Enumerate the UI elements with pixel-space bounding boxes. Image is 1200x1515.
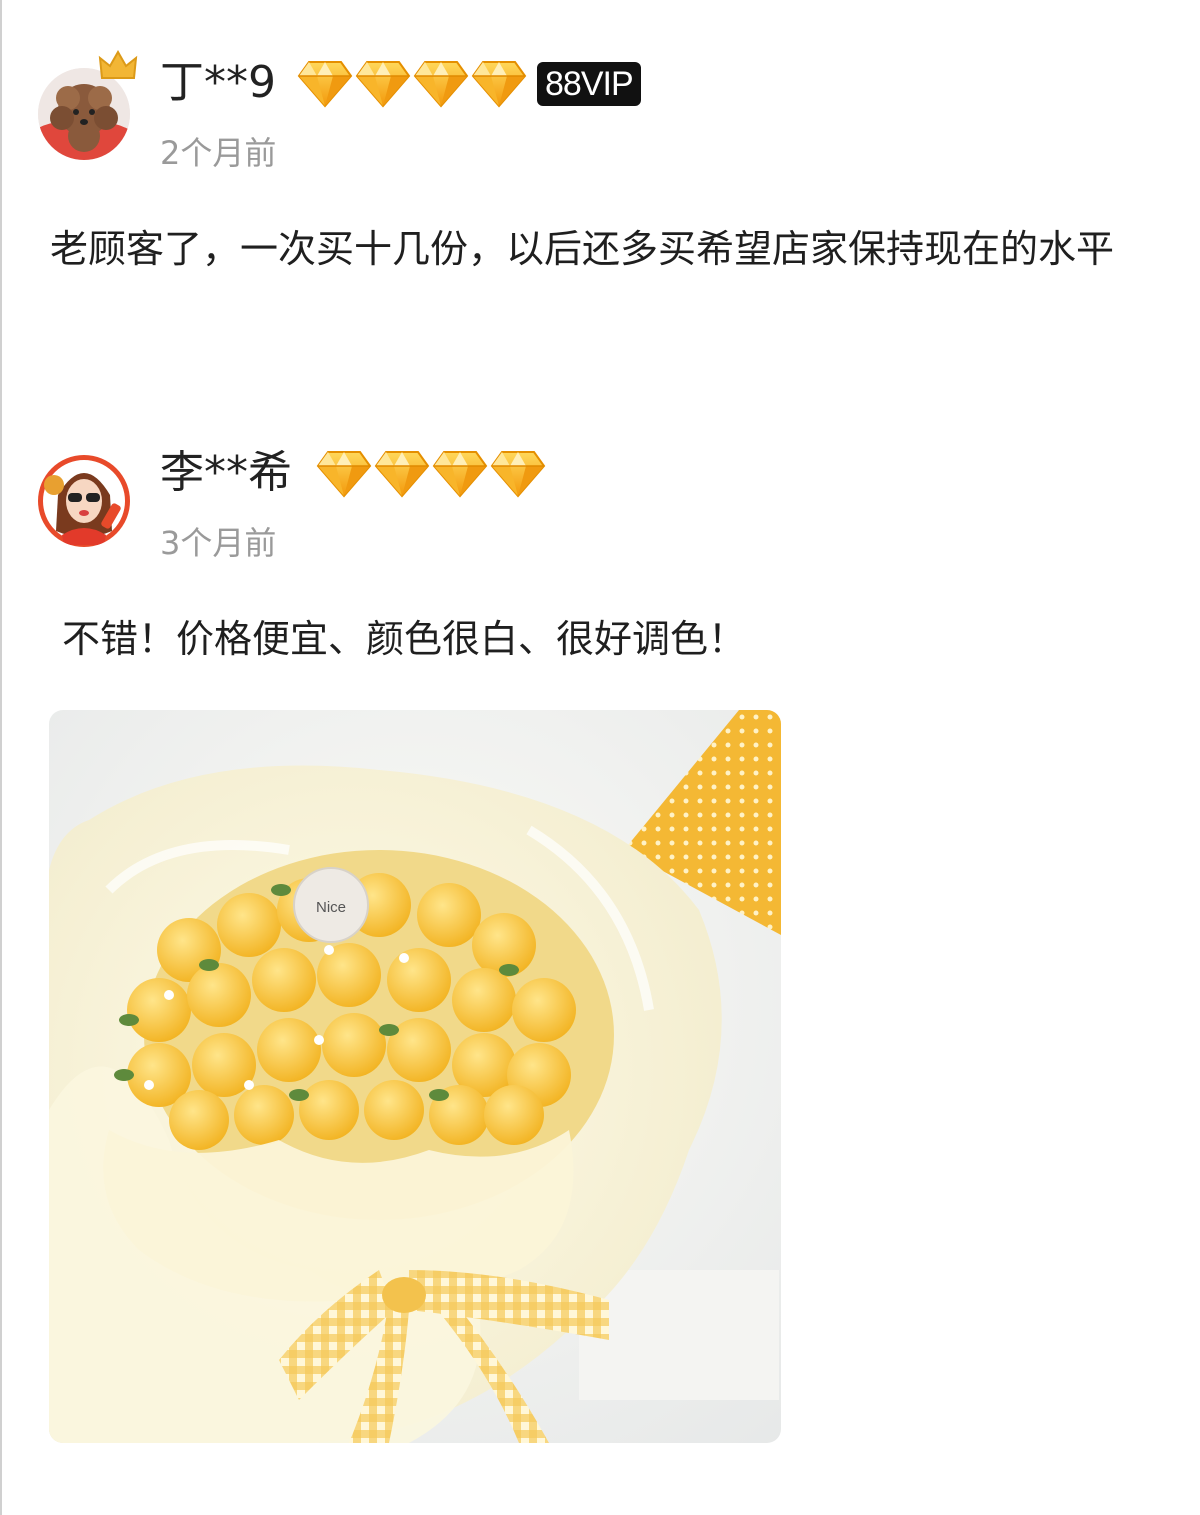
vip-badge: 88VIP xyxy=(537,62,641,106)
diamond-icon xyxy=(374,450,430,498)
diamond-icon xyxy=(355,60,411,108)
diamond-level-badges xyxy=(297,60,527,108)
tulip-cake-photo-icon: Nice xyxy=(49,710,781,1443)
diamond-icon xyxy=(490,450,546,498)
diamond-icon xyxy=(316,450,372,498)
diamond-icon xyxy=(297,60,353,108)
review-photo[interactable]: Nice xyxy=(49,710,781,1443)
username[interactable]: 丁**9 xyxy=(160,57,276,109)
user-avatar[interactable] xyxy=(38,455,130,547)
diamond-icon xyxy=(471,60,527,108)
review-time: 3个月前 xyxy=(160,524,277,562)
diamond-icon xyxy=(432,450,488,498)
diamond-level-badges xyxy=(316,450,546,498)
review-item: 丁**9 88VIP 2个月前 老顾客了，一次买十几份，以后还多买希望店家保持现… xyxy=(0,0,1200,400)
review-text: 不错！价格便宜、颜色很白、很好调色！ xyxy=(62,617,747,661)
crown-icon xyxy=(98,50,138,79)
nice-tag-label: Nice xyxy=(316,899,346,916)
review-item: 李**希 3个月前 不错！价格便宜、颜色很白、很好调色！ Nice xyxy=(0,400,1200,1515)
review-time: 2个月前 xyxy=(160,134,277,172)
diamond-icon xyxy=(413,60,469,108)
cartoon-girl-avatar-icon xyxy=(38,455,130,547)
username[interactable]: 李**希 xyxy=(160,447,292,499)
review-text: 老顾客了，一次买十几份，以后还多买希望店家保持现在的水平 xyxy=(50,227,1115,271)
